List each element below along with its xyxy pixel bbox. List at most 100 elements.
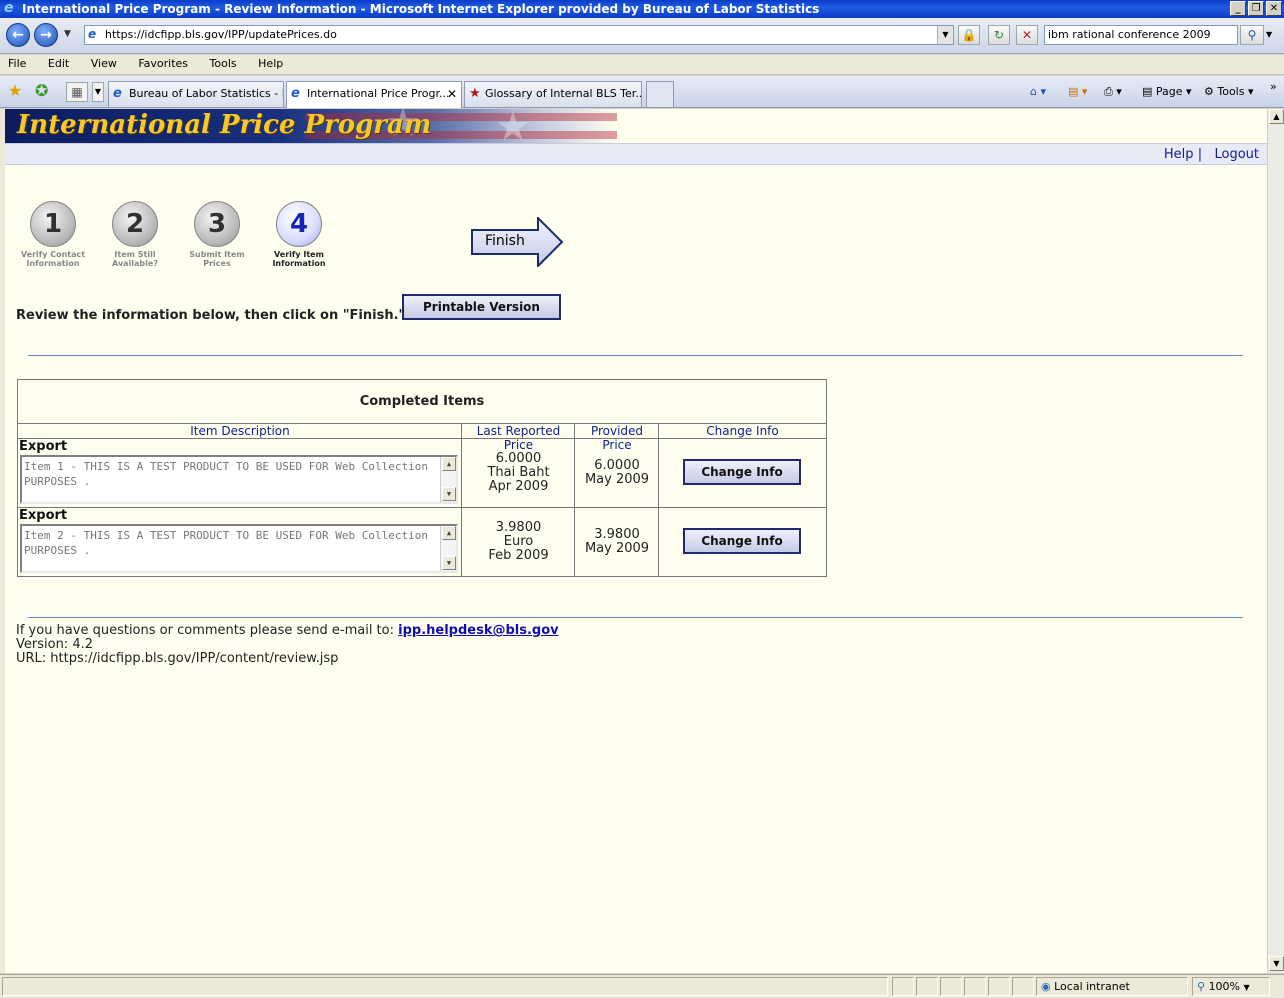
change-info-button[interactable]: Change Info — [683, 459, 801, 485]
lock-icon[interactable]: 🔒 — [958, 25, 980, 45]
bls-star-icon: ★ — [469, 86, 481, 101]
address-bar[interactable]: e https://idcfipp.bls.gov/IPP/updatePric… — [84, 25, 954, 45]
new-tab-button[interactable] — [646, 81, 674, 107]
menu-tools[interactable]: Tools — [208, 55, 239, 73]
finish-button[interactable]: Finish — [471, 217, 563, 267]
scroll-down-icon[interactable]: ▼ — [1269, 956, 1284, 971]
restore-button[interactable]: ❐ — [1248, 1, 1264, 16]
scroll-down-icon[interactable]: ▼ — [442, 487, 456, 501]
item-description-textarea[interactable]: Item 2 - THIS IS A TEST PRODUCT TO BE US… — [20, 524, 458, 573]
change-info-button[interactable]: Change Info — [683, 528, 801, 554]
step-label: Verify Contact — [20, 250, 86, 259]
globe-icon: ◉ — [1041, 980, 1051, 993]
menu-edit[interactable]: Edit — [46, 55, 71, 73]
scroll-down-icon[interactable]: ▼ — [442, 556, 456, 570]
tab-bls[interactable]: e Bureau of Labor Statistics - I... — [108, 81, 284, 107]
last-date: Feb 2009 — [488, 548, 549, 563]
page-viewport: ★ ★ International Price Program Help | L… — [5, 109, 1267, 973]
step-label: Information — [26, 259, 80, 268]
step-label: Item Still — [114, 250, 156, 259]
ie-page-icon: e — [291, 86, 300, 101]
page-scrollbar[interactable]: ▲ ▼ — [1267, 109, 1284, 973]
search-input[interactable]: ibm rational conference 2009 — [1044, 25, 1238, 45]
window-title: International Price Program - Review Inf… — [22, 2, 820, 16]
security-zone[interactable]: ◉ Local intranet — [1036, 977, 1188, 996]
status-bar: ◉ Local intranet ⚲ 100% ▼ — [0, 974, 1284, 998]
menu-favorites[interactable]: Favorites — [136, 55, 190, 73]
scroll-up-icon[interactable]: ▲ — [442, 526, 456, 540]
item-description: Item 1 - THIS IS A TEST PRODUCT TO BE US… — [24, 460, 428, 488]
tab-ipp[interactable]: e International Price Progr... ✕ — [286, 81, 462, 108]
favorites-star-icon[interactable]: ★ — [8, 83, 22, 99]
status-pane — [964, 977, 986, 996]
menu-help[interactable]: Help — [256, 55, 285, 73]
quick-tabs-icon[interactable]: ▦ — [66, 82, 88, 102]
helpdesk-email-link[interactable]: ipp.helpdesk@bls.gov — [398, 623, 559, 638]
header-last-reported-price: Last Reported Price — [476, 424, 561, 452]
step-number: 3 — [194, 201, 240, 247]
last-reported-price-cell: 3.9800 Euro Feb 2009 — [462, 521, 575, 563]
menu-file[interactable]: File — [6, 55, 28, 73]
search-options-icon[interactable]: ▼ — [1266, 30, 1272, 39]
print-icon[interactable]: ⎙ ▾ — [1104, 84, 1122, 100]
finish-label: Finish — [485, 233, 525, 249]
step-label: Submit Item — [189, 250, 245, 259]
step-label: Prices — [203, 259, 231, 268]
close-tab-icon[interactable]: ✕ — [447, 82, 457, 106]
page-menu[interactable]: ▤ Page ▾ — [1142, 84, 1192, 100]
last-date: Apr 2009 — [488, 479, 549, 494]
scroll-up-icon[interactable]: ▲ — [442, 457, 456, 471]
tools-menu[interactable]: ⚙ Tools ▾ — [1204, 84, 1254, 100]
item-description-textarea[interactable]: Item 1 - THIS IS A TEST PRODUCT TO BE US… — [20, 455, 458, 504]
provided-price-cell: 6.0000 May 2009 — [575, 459, 659, 487]
minimize-button[interactable]: _ — [1230, 1, 1246, 16]
zone-label: Local intranet — [1054, 980, 1130, 993]
banner-title: International Price Program — [17, 110, 432, 140]
flag-banner-image: ★ ★ International Price Program — [5, 109, 617, 143]
tab-label: Bureau of Labor Statistics - I... — [129, 87, 284, 100]
provided-price: 3.9800 — [594, 527, 640, 542]
step-4-current: 4 Verify Item Information — [259, 201, 339, 268]
back-button[interactable]: ← — [6, 23, 30, 47]
status-pane — [1012, 977, 1034, 996]
row-divider — [18, 507, 826, 508]
header-links: Help | Logout — [5, 143, 1267, 165]
instruction-text: Review the information below, then click… — [16, 308, 406, 323]
tab-glossary[interactable]: ★ Glossary of Internal BLS Ter... — [464, 81, 642, 107]
tab-label: International Price Progr... — [307, 87, 450, 100]
zoom-control[interactable]: ⚲ 100% ▼ — [1192, 977, 1270, 996]
textarea-scrollbar[interactable]: ▲ ▼ — [440, 526, 456, 571]
feeds-icon[interactable]: ▤ ▾ — [1068, 84, 1087, 100]
item-type: Export — [19, 508, 68, 523]
scroll-up-icon[interactable]: ▲ — [1269, 109, 1284, 124]
step-label: Information — [272, 259, 326, 268]
step-3: 3 Submit Item Prices — [177, 201, 257, 268]
menu-bar: File Edit View Favorites Tools Help — [0, 55, 1284, 75]
home-icon[interactable]: ⌂ ▾ — [1030, 84, 1046, 100]
step-2: 2 Item Still Available? — [95, 201, 175, 268]
forward-button[interactable]: → — [34, 23, 58, 47]
zoom-icon: ⚲ — [1197, 980, 1206, 993]
refresh-icon[interactable]: ↻ — [988, 25, 1010, 45]
stop-icon[interactable]: ✕ — [1016, 25, 1038, 45]
menu-view[interactable]: View — [89, 55, 119, 73]
textarea-scrollbar[interactable]: ▲ ▼ — [440, 457, 456, 502]
divider — [28, 355, 1243, 356]
address-dropdown-icon[interactable]: ▼ — [937, 26, 953, 44]
logout-link[interactable]: Logout — [1214, 147, 1259, 162]
zoom-dropdown-icon[interactable]: ▼ — [1244, 983, 1250, 992]
history-dropdown-icon[interactable]: ▼ — [64, 29, 71, 39]
page-url-text: URL: https://idcfipp.bls.gov/IPP/content… — [16, 651, 339, 666]
ie-icon: e — [4, 0, 14, 16]
close-window-button[interactable]: ✕ — [1266, 1, 1282, 16]
chevron-more-icon[interactable]: » — [1270, 79, 1277, 95]
step-label: Verify Item — [274, 250, 324, 259]
search-icon[interactable]: ⚲ — [1240, 25, 1264, 45]
printable-version-button[interactable]: Printable Version — [402, 294, 561, 320]
help-link[interactable]: Help — [1164, 147, 1194, 162]
provided-price-cell: 3.9800 May 2009 — [575, 528, 659, 556]
tab-list-dropdown-icon[interactable]: ▼ — [92, 82, 104, 102]
item-type: Export — [19, 439, 68, 454]
address-url: https://idcfipp.bls.gov/IPP/updatePrices… — [105, 28, 337, 41]
add-favorite-icon[interactable]: ✪ — [35, 83, 48, 99]
